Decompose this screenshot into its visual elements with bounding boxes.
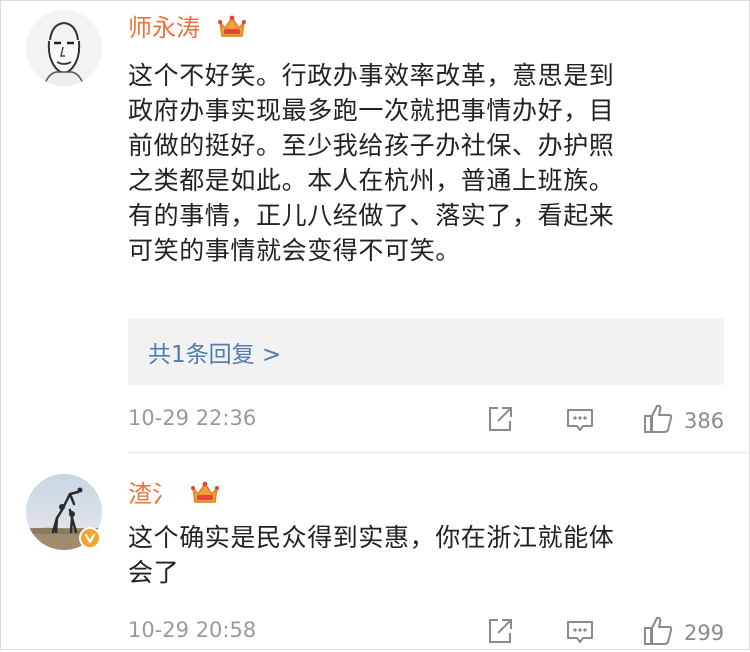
share-icon[interactable] [484, 403, 516, 439]
verified-badge-icon [79, 527, 101, 549]
reply-summary-box[interactable]: 共1条回复 > [128, 318, 724, 385]
vip-crown-icon [217, 14, 247, 40]
comment-item: 渣氵 这个确实是民众得到实惠，你在浙江就能体 会了 10-29 20:58 29… [0, 452, 750, 650]
comment-text-line: 政府办事实现最多跑一次就把事情办好，目 [128, 96, 615, 125]
like-icon[interactable] [642, 402, 676, 440]
comment-text: 这个确实是民众得到实惠，你在浙江就能体 会了 [128, 520, 718, 590]
comment-text-line: 有的事情，正儿八经做了、落实了，看起来 [128, 201, 615, 230]
view-replies-link[interactable]: 共1条回复 > [148, 335, 281, 369]
avatar[interactable] [26, 10, 102, 86]
vip-crown-icon [190, 480, 220, 506]
comment-text-line: 之类都是如此。本人在杭州，普通上班族。 [128, 166, 615, 195]
comment-text-line: 前做的挺好。至少我给孩子办社保、办护照 [128, 131, 615, 160]
like-icon[interactable] [642, 614, 676, 652]
comment-text: 这个不好笑。行政办事效率改革，意思是到 政府办事实现最多跑一次就把事情办好，目 … [128, 58, 718, 268]
comment-text-line: 会了 [128, 558, 180, 587]
comment-text-line: 这个不好笑。行政办事效率改革，意思是到 [128, 61, 615, 90]
comment-actions: 386 [484, 402, 724, 440]
share-icon[interactable] [484, 615, 516, 651]
timestamp: 10-29 20:58 [128, 618, 257, 642]
comment-actions: 299 [484, 614, 724, 652]
username[interactable]: 渣氵 [128, 478, 176, 510]
username[interactable]: 师永涛 [128, 12, 200, 44]
comment-icon[interactable] [564, 615, 596, 651]
timestamp: 10-29 22:36 [128, 406, 257, 430]
comment-icon[interactable] [564, 403, 596, 439]
comment-text-line: 这个确实是民众得到实惠，你在浙江就能体 [128, 523, 615, 552]
like-count: 386 [684, 409, 725, 433]
comment-text-line: 可笑的事情就会变得不可笑。 [128, 236, 461, 265]
like-count: 299 [684, 621, 725, 645]
comment-item: 师永涛 这个不好笑。行政办事效率改革，意思是到 政府办事实现最多跑一次就把事情办… [0, 0, 750, 450]
